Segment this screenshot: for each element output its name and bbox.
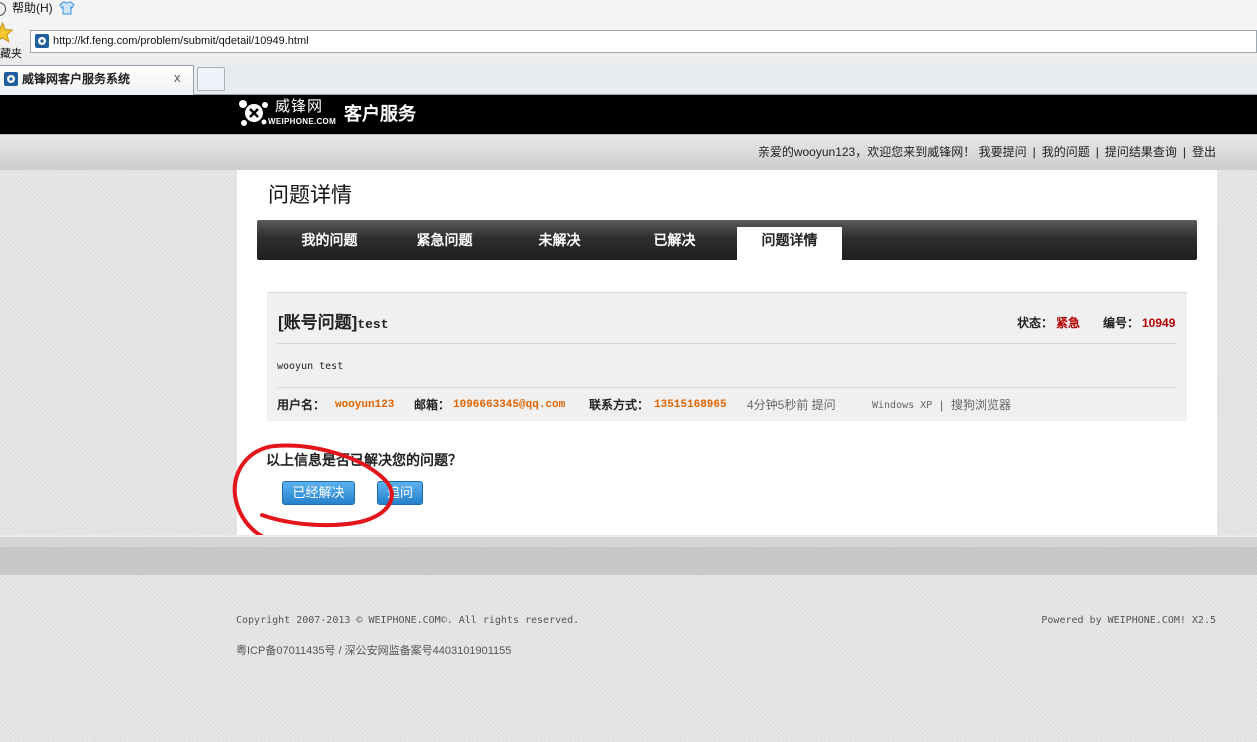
weiphone-logo-icon[interactable] (238, 98, 270, 128)
icp-license-text[interactable]: 粤ICP备07011435号 / 深公安网监备案号4403101901155 (236, 644, 511, 658)
asked-time: 4分钟5秒前 提问 (747, 398, 836, 412)
contact-value: 13515168965 (654, 399, 727, 411)
shirt-icon[interactable] (59, 1, 75, 15)
welcome-text: 亲爱的wooyun123，欢迎您来到威锋网！ (757, 145, 976, 159)
copyright-text: Copyright 2007-2013 © WEIPHONE.COM©. All… (236, 615, 580, 626)
tab-label: 紧急问题 (416, 232, 473, 248)
tab-label: 问题详情 (761, 232, 818, 248)
new-tab-icon[interactable] (197, 67, 225, 91)
tab-resolved[interactable]: 已解决 (622, 220, 727, 260)
os-value: Windows XP (872, 400, 933, 411)
username-value: wooyun123 (335, 399, 395, 411)
question-body: wooyun test (277, 361, 344, 372)
nav-link-ask[interactable]: 我要提问 (979, 145, 1027, 159)
divider (277, 387, 1177, 388)
favorites-star-icon[interactable] (0, 22, 13, 44)
tab-label: 未解决 (538, 232, 581, 248)
user-nav: 亲爱的wooyun123，欢迎您来到威锋网！ 我要提问 | 我的问题 | 提问结果查询 |… (758, 134, 1216, 170)
main-panel: 问题详情 我的问题 紧急问题 未解决 已解决 问题详情 [账号问题]test 状… (237, 170, 1217, 535)
status-label: 状态： (1017, 316, 1054, 330)
tab-my-questions[interactable]: 我的问题 (277, 220, 382, 260)
site-favicon (35, 34, 49, 48)
menu-edge-icon (0, 2, 6, 16)
status-badge: 紧急 (1056, 316, 1081, 330)
email-value: 1096663345@qq.com (453, 399, 566, 411)
address-url[interactable]: http://kf.feng.com/problem/submit/qdetai… (53, 31, 309, 52)
question-category: [账号问题] (278, 313, 358, 332)
nav-separator: | (1182, 145, 1186, 159)
browser-value: 搜狗浏览器 (951, 398, 1012, 412)
resolve-prompt: 以上信息是否已解决您的问题？ (266, 452, 462, 468)
tab-label: 我的问题 (301, 232, 358, 248)
followup-button[interactable]: 追问 (377, 481, 423, 505)
favorites-label[interactable]: 藏夹 (0, 47, 22, 61)
logo-text[interactable]: 威锋网 (275, 98, 323, 116)
nav-link-logout[interactable]: 登出 (1192, 145, 1216, 159)
tab-bar: 我的问题 紧急问题 未解决 已解决 问题详情 (257, 220, 1197, 260)
question-id-label: 编号： (1103, 316, 1140, 330)
username-label: 用户名： (277, 398, 326, 412)
tab-urgent[interactable]: 紧急问题 (392, 220, 497, 260)
divider (277, 343, 1177, 344)
close-tab-icon[interactable]: x (174, 70, 181, 85)
footer-band-texture (0, 547, 1257, 575)
tab-question-detail[interactable]: 问题详情 (737, 227, 842, 260)
nav-separator: | (1095, 145, 1099, 159)
tab-label: 已解决 (653, 232, 696, 248)
nav-link-my-questions[interactable]: 我的问题 (1042, 145, 1090, 159)
question-name: test (357, 317, 389, 332)
page-title: 问题详情 (268, 184, 352, 207)
meta-separator: | (940, 398, 944, 412)
powered-by-text: Powered by WEIPHONE.COM! X2.5 (1041, 615, 1216, 626)
service-title: 客户服务 (344, 104, 416, 124)
tab-unresolved[interactable]: 未解决 (507, 220, 612, 260)
question-id: 10949 (1142, 316, 1176, 330)
menu-help[interactable]: 帮助(H) (12, 0, 53, 16)
browser-tab-title[interactable]: 威锋网客户服务系统 (22, 72, 130, 87)
contact-label: 联系方式： (589, 398, 650, 412)
site-favicon (4, 72, 18, 86)
question-card: [账号问题]test 状态： 紧急 编号： 10949 wooyun test … (267, 292, 1187, 421)
browser-menu-bar (0, 0, 1257, 18)
email-label: 邮箱： (414, 398, 451, 412)
nav-link-query-results[interactable]: 提问结果查询 (1105, 145, 1177, 159)
site-header (0, 95, 1257, 134)
resolved-button[interactable]: 已经解决 (282, 481, 355, 505)
question-title: [账号问题]test (278, 312, 389, 336)
logo-subtext[interactable]: WEIPHONE.COM (268, 117, 336, 127)
nav-separator: | (1032, 145, 1036, 159)
